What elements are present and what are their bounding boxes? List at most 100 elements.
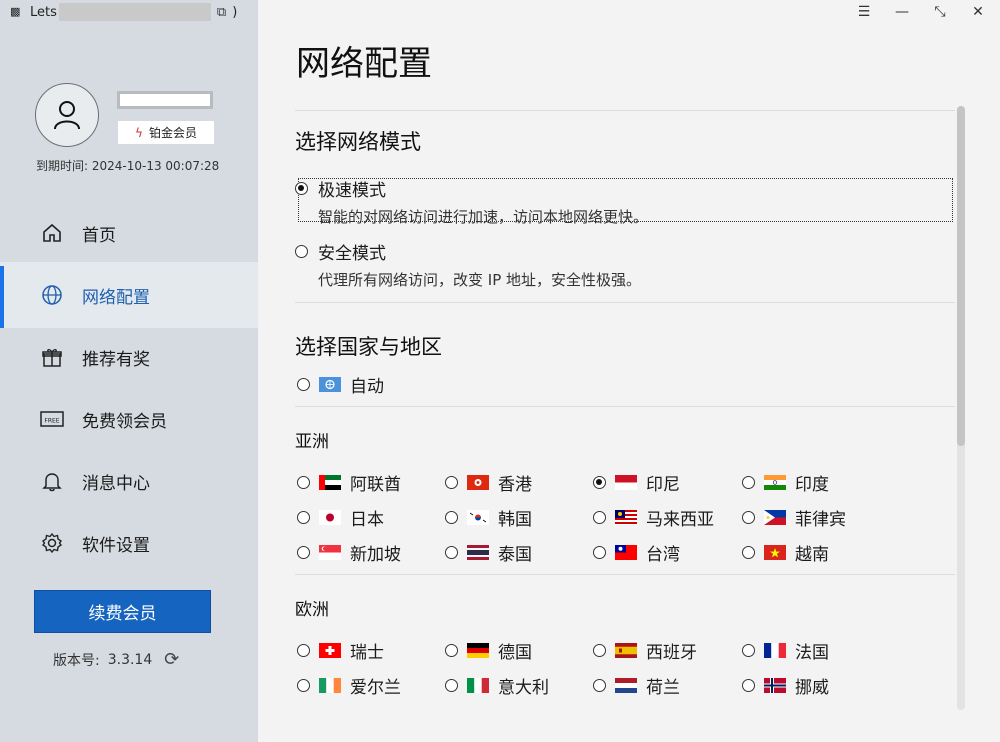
mode-description: 代理所有网络访问，改变 IP 地址，安全性极强。: [318, 271, 642, 289]
title-suffix: ): [232, 4, 238, 20]
country-th[interactable]: 泰国: [445, 540, 532, 565]
mode-fast[interactable]: 极速模式: [295, 176, 386, 201]
ie-flag-icon: [319, 678, 341, 693]
hamburger-icon[interactable]: ☰: [846, 0, 882, 24]
radio-button[interactable]: [297, 476, 310, 489]
country-label: 马来西亚: [646, 510, 714, 530]
country-label: 德国: [498, 643, 532, 663]
radio-button[interactable]: [593, 679, 606, 692]
refresh-icon[interactable]: ⟳: [164, 649, 179, 670]
it-flag-icon: [467, 678, 489, 693]
country-tw[interactable]: 台湾: [593, 540, 680, 565]
nav-label: 消息中心: [82, 473, 150, 494]
country-nl[interactable]: 荷兰: [593, 673, 680, 698]
radio-button[interactable]: [742, 546, 755, 559]
country-de[interactable]: 德国: [445, 638, 532, 663]
radio-button[interactable]: [295, 182, 308, 195]
radio-button[interactable]: [445, 511, 458, 524]
nav-label: 免费领会员: [82, 411, 167, 432]
nav-item-referral[interactable]: 推荐有奖: [0, 324, 258, 390]
asia-title: 亚洲: [295, 427, 955, 452]
country-label: 荷兰: [646, 678, 680, 698]
country-sg[interactable]: 新加坡: [297, 540, 401, 565]
avatar[interactable]: [35, 83, 99, 147]
restore-icon[interactable]: ⤡: [922, 0, 958, 24]
radio-button[interactable]: [445, 546, 458, 559]
radio-button[interactable]: [593, 476, 606, 489]
mode-secure[interactable]: 安全模式: [295, 239, 386, 264]
country-hk[interactable]: 香港: [445, 470, 532, 495]
radio-button[interactable]: [742, 644, 755, 657]
mode-description: 智能的对网络访问进行加速，访问本地网络更快。: [318, 208, 649, 226]
radio-button[interactable]: [297, 679, 310, 692]
country-ph[interactable]: 菲律宾: [742, 505, 846, 530]
radio-button[interactable]: [445, 644, 458, 657]
home-icon: [40, 221, 64, 245]
country-ie[interactable]: 爱尔兰: [297, 673, 401, 698]
country-vn[interactable]: 越南: [742, 540, 829, 565]
ch-flag-icon: [319, 643, 341, 658]
country-label: 挪威: [795, 678, 829, 698]
divider: [295, 574, 955, 575]
radio-button[interactable]: [297, 546, 310, 559]
radio-button[interactable]: [445, 679, 458, 692]
radio-button[interactable]: [742, 679, 755, 692]
radio-button[interactable]: [295, 245, 308, 258]
nav-label: 首页: [82, 225, 116, 246]
renew-membership-button[interactable]: 续费会员: [34, 590, 211, 633]
country-es[interactable]: 西班牙: [593, 638, 697, 663]
sidebar: ▩ Lets ⧉ ) ϟ 铂金会员 到期时间: 2024-10-13 00:07…: [0, 0, 258, 742]
country-label: 印度: [795, 475, 829, 495]
de-flag-icon: [467, 643, 489, 658]
radio-button[interactable]: [297, 511, 310, 524]
nav-label: 网络配置: [82, 287, 150, 308]
country-label: 越南: [795, 545, 829, 565]
close-icon[interactable]: ✕: [960, 0, 996, 24]
country-my[interactable]: 马来西亚: [593, 505, 714, 530]
country-jp[interactable]: 日本: [297, 505, 384, 530]
free-ticket-icon: FREE: [40, 407, 64, 431]
globe-icon: [40, 283, 64, 307]
country-in[interactable]: 印度: [742, 470, 829, 495]
country-label: 法国: [795, 643, 829, 663]
country-id[interactable]: 印尼: [593, 470, 680, 495]
mode-label: 极速模式: [318, 181, 386, 201]
scroll-thumb[interactable]: [957, 106, 965, 446]
country-label: 阿联酋: [350, 475, 401, 495]
country-kr[interactable]: 韩国: [445, 505, 532, 530]
country-ch[interactable]: 瑞士: [297, 638, 384, 663]
nav-item-messages[interactable]: 消息中心: [0, 448, 258, 514]
radio-button[interactable]: [445, 476, 458, 489]
lightning-icon: ϟ: [135, 125, 143, 140]
svg-text:FREE: FREE: [44, 418, 59, 425]
section-title: 选择网络模式: [295, 130, 421, 154]
minimize-icon[interactable]: —: [884, 0, 920, 24]
un-flag-icon: [319, 377, 341, 392]
radio-button[interactable]: [593, 644, 606, 657]
country-label: 意大利: [498, 678, 549, 698]
radio-button[interactable]: [742, 511, 755, 524]
nav-item-settings[interactable]: 软件设置: [0, 510, 258, 576]
radio-button[interactable]: [593, 546, 606, 559]
nav-item-network[interactable]: 网络配置: [0, 262, 258, 328]
country-fr[interactable]: 法国: [742, 638, 829, 663]
app-title: Lets: [30, 4, 57, 20]
nav-item-home[interactable]: 首页: [0, 200, 258, 266]
country-it[interactable]: 意大利: [445, 673, 549, 698]
nav-item-free-membership[interactable]: FREE 免费领会员: [0, 386, 258, 452]
radio-button[interactable]: [742, 476, 755, 489]
gear-icon: [40, 531, 64, 555]
radio-button[interactable]: [297, 644, 310, 657]
radio-button[interactable]: [593, 511, 606, 524]
region-auto[interactable]: 自动: [297, 372, 384, 397]
country-no[interactable]: 挪威: [742, 673, 829, 698]
radio-button[interactable]: [297, 378, 310, 391]
redacted-username: [117, 91, 213, 109]
copy-icon[interactable]: ⧉: [217, 5, 226, 20]
sg-flag-icon: [319, 545, 341, 560]
expiry-time: 到期时间: 2024-10-13 00:07:28: [36, 159, 220, 173]
tw-flag-icon: [615, 545, 637, 560]
vertical-scrollbar[interactable]: [957, 106, 965, 710]
kr-flag-icon: [467, 510, 489, 525]
country-uae[interactable]: 阿联酋: [297, 470, 401, 495]
